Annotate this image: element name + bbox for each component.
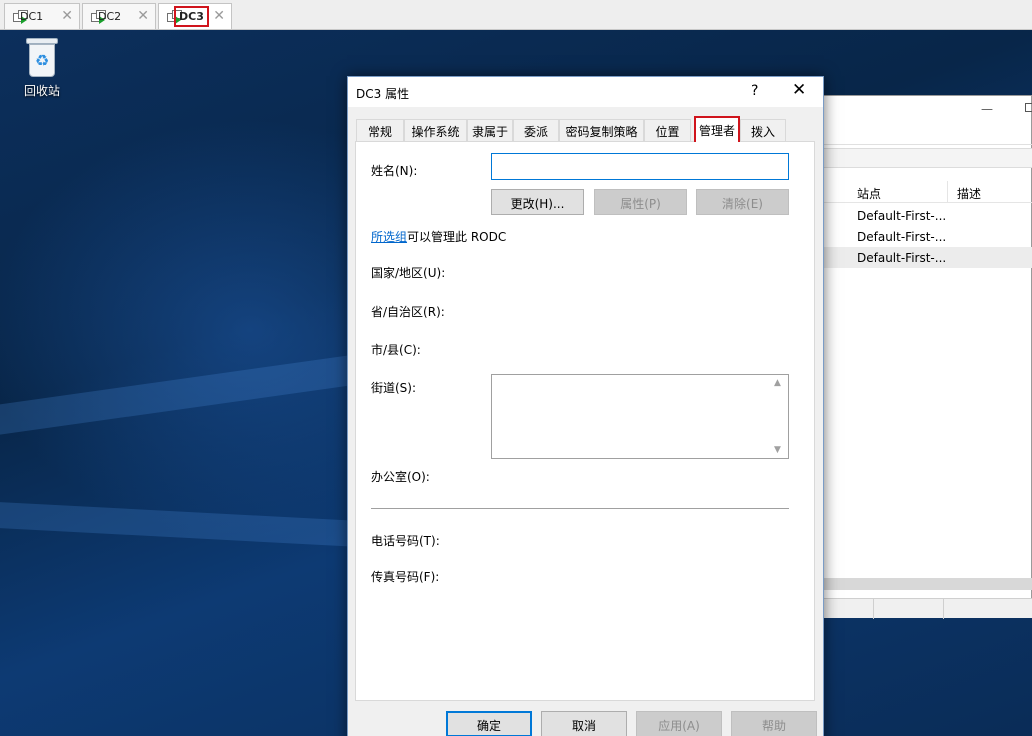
country-label: 国家/地区(U): xyxy=(371,266,446,280)
dialog-title: DC3 属性 xyxy=(356,87,410,101)
street-textarea[interactable]: ▲ ▼ xyxy=(491,374,789,459)
list-item-site: Default-First-... xyxy=(857,209,947,223)
vm-tab-dc3[interactable]: DC3 ✕ xyxy=(158,3,232,29)
tab-dial-in[interactable]: 拨入 xyxy=(740,119,786,141)
tab-member-of[interactable]: 隶属于 xyxy=(467,119,513,141)
tab-delegation[interactable]: 委派 xyxy=(513,119,559,141)
dialog-titlebar: DC3 属性 ? ✕ xyxy=(348,77,823,107)
list-item[interactable]: Default-First-... xyxy=(821,226,1032,247)
office-label: 办公室(O): xyxy=(371,470,430,484)
tab-label: 委派 xyxy=(523,125,548,139)
tab-label: 拨入 xyxy=(750,125,775,139)
column-header-description[interactable]: 描述 xyxy=(957,185,981,202)
tab-password-replication-policy[interactable]: 密码复制策略 xyxy=(559,119,644,141)
recycle-bin-label: 回收站 xyxy=(23,84,60,98)
list-item-site: Default-First-... xyxy=(857,230,947,244)
tab-label: 管理者 xyxy=(698,124,735,138)
close-icon[interactable]: ✕ xyxy=(213,8,225,24)
apply-button[interactable]: 应用(A) xyxy=(636,711,722,736)
vm-tab-label: DC1 xyxy=(20,10,44,23)
properties-dialog: DC3 属性 ? ✕ 常规 操作系统 隶属于 委派 密码复制策略 位置 管理者 … xyxy=(347,76,824,736)
ok-button[interactable]: 确定 xyxy=(446,711,532,736)
vm-tab-label: DC3 xyxy=(174,6,209,27)
vm-tab-dc2[interactable]: DC2 ✕ xyxy=(82,3,156,29)
street-label: 街道(S): xyxy=(371,381,417,395)
list-item-site: Default-First-... xyxy=(857,251,947,265)
close-icon[interactable]: ✕ xyxy=(792,80,806,100)
maximize-icon[interactable] xyxy=(1025,103,1032,112)
dialog-tabs: 常规 操作系统 隶属于 委派 密码复制策略 位置 管理者 拨入 xyxy=(356,116,816,142)
city-label: 市/县(C): xyxy=(371,343,421,357)
tab-general[interactable]: 常规 xyxy=(356,119,404,141)
name-field[interactable] xyxy=(491,153,789,180)
street-scrollbar[interactable]: ▲ ▼ xyxy=(771,376,787,457)
close-icon[interactable]: ✕ xyxy=(137,8,149,24)
tab-label: 密码复制策略 xyxy=(565,125,638,139)
tab-managed-by[interactable]: 管理者 xyxy=(694,116,740,142)
vm-tab-strip: DC1 ✕ DC2 ✕ DC3 ✕ xyxy=(0,0,1032,30)
column-header-site[interactable]: 站点 xyxy=(857,185,881,202)
scroll-down-icon[interactable]: ▼ xyxy=(774,445,781,455)
close-icon[interactable]: ✕ xyxy=(61,8,73,24)
minimize-icon[interactable]: — xyxy=(981,102,993,116)
vm-tab-label: DC2 xyxy=(98,10,122,23)
horizontal-scrollbar[interactable] xyxy=(821,578,1032,590)
tab-label: 隶属于 xyxy=(471,125,508,139)
manage-rodc-text: 可以管理此 RODC xyxy=(407,230,507,244)
name-label: 姓名(N): xyxy=(371,164,418,178)
tab-label: 位置 xyxy=(655,125,680,139)
fax-label: 传真号码(F): xyxy=(371,570,440,584)
help-button[interactable]: 帮助 xyxy=(731,711,817,736)
change-button[interactable]: 更改(H)... xyxy=(491,189,584,215)
province-label: 省/自治区(R): xyxy=(371,305,445,319)
phone-label: 电话号码(T): xyxy=(371,534,440,548)
manage-rodc-statement: 所选组可以管理此 RODC xyxy=(371,228,506,245)
tab-label: 操作系统 xyxy=(411,125,460,139)
help-icon[interactable]: ? xyxy=(751,83,758,99)
desktop: ♻ 回收站 — 站点 描述 Default-First-... Default-… xyxy=(0,30,1032,736)
background-toolbar xyxy=(821,148,1032,168)
list-header: 站点 描述 xyxy=(821,181,1032,203)
selected-group-link[interactable]: 所选组 xyxy=(371,230,407,244)
recycle-bin-shortcut[interactable]: ♻ 回收站 xyxy=(14,38,70,99)
recycle-bin-icon: ♻ xyxy=(25,38,59,78)
background-window[interactable]: — 站点 描述 Default-First-... Default-First-… xyxy=(820,95,1032,619)
cancel-button[interactable]: 取消 xyxy=(541,711,627,736)
list-item[interactable]: Default-First-... xyxy=(821,247,1032,268)
divider xyxy=(371,508,789,509)
tab-location[interactable]: 位置 xyxy=(644,119,691,141)
managed-by-panel: 姓名(N): 更改(H)... 属性(P) 清除(E) 所选组可以管理此 ROD… xyxy=(355,141,815,701)
list-item[interactable]: Default-First-... xyxy=(821,205,1032,226)
status-bar xyxy=(821,598,1032,619)
scroll-up-icon[interactable]: ▲ xyxy=(774,378,781,388)
tab-label: 常规 xyxy=(367,125,392,139)
clear-button[interactable]: 清除(E) xyxy=(696,189,789,215)
properties-button[interactable]: 属性(P) xyxy=(594,189,687,215)
vm-tab-dc1[interactable]: DC1 ✕ xyxy=(4,3,80,29)
tab-operating-system[interactable]: 操作系统 xyxy=(404,119,467,141)
